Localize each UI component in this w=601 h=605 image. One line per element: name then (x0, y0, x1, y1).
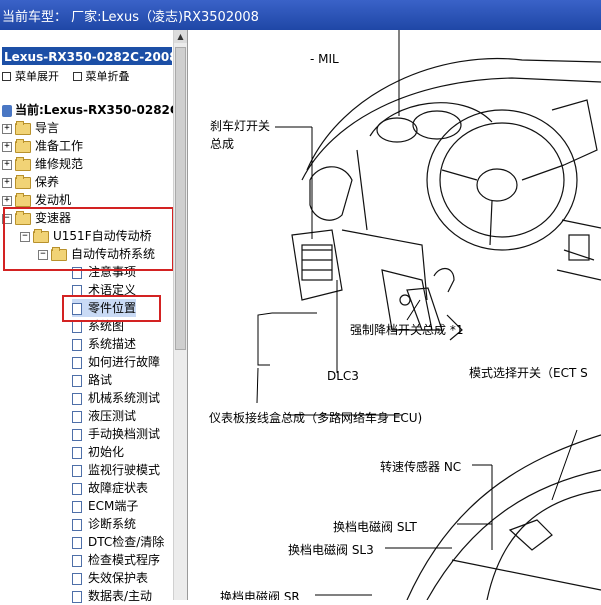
label-junction-block: 仪表板接线盒总成（多路网络车身 ECU) (209, 411, 423, 425)
window-title-bar: 当前车型： 厂家:Lexus（凌志)RX3502008 (0, 0, 601, 30)
tree-leaf-label: 如何进行故障 (88, 355, 161, 369)
tree-leaf[interactable]: 数据表/主动 (72, 587, 152, 605)
tree-leaf[interactable]: ECM端子 (72, 497, 138, 515)
tree-leaf[interactable]: 系统描述 (72, 335, 136, 353)
document-icon (72, 464, 82, 477)
document-icon (72, 410, 82, 423)
tree-scrollbar[interactable]: ▲ (173, 30, 187, 600)
folder-icon (15, 174, 31, 189)
expand-all-button[interactable]: 菜单展开 (2, 70, 59, 83)
folder-icon (15, 156, 31, 171)
tree-leaf[interactable]: 检查模式程序 (72, 551, 160, 569)
square-icon (2, 71, 11, 81)
parts-location-diagram: - MIL 刹车灯开关 总成 强制降档开关总成 *1 DLC3 模式选择开关（E… (192, 30, 601, 600)
highlight-box-transmission (3, 207, 174, 271)
label-mode-switch: 模式选择开关（ECT S (469, 366, 588, 380)
document-icon (72, 374, 82, 387)
label-brake-switch-line2: 总成 (210, 137, 235, 151)
tree-leaf-label: 机械系统测试 (88, 391, 161, 405)
expand-icon[interactable]: + (2, 141, 12, 152)
tree-leaf-label: 液压测试 (88, 409, 137, 423)
tree-leaf-label: DTC检查/清除 (88, 535, 165, 549)
tree-leaf-label: 诊断系统 (88, 517, 137, 531)
tree-leaf-label: 故障症状表 (88, 481, 149, 495)
tree-node-maintenance[interactable]: + 保养 (2, 173, 59, 191)
document-icon (72, 338, 82, 351)
expand-icon[interactable]: + (2, 123, 12, 134)
tree-toolbar: 菜单展开 菜单折叠 (2, 68, 140, 84)
tree-root-node[interactable]: 当前:Lexus-RX350-0282C (2, 101, 179, 118)
expand-all-label: 菜单展开 (15, 70, 59, 83)
label-solenoid-sl3: 换档电磁阀 SL3 (288, 543, 374, 557)
tree-leaf[interactable]: 诊断系统 (72, 515, 136, 533)
tree-leaf[interactable]: 故障症状表 (72, 479, 148, 497)
document-icon (72, 518, 82, 531)
tree-node-preparation[interactable]: + 准备工作 (2, 137, 83, 155)
folder-icon (15, 138, 31, 153)
highlight-box-selected-leaf (62, 295, 161, 322)
collapse-all-label: 菜单折叠 (85, 70, 130, 83)
collapse-all-button[interactable]: 菜单折叠 (72, 70, 130, 83)
tree-leaf-label: 初始化 (88, 445, 125, 459)
scroll-up-icon[interactable]: ▲ (174, 30, 187, 43)
vehicle-illustration (256, 30, 601, 600)
tree-node-intro[interactable]: + 导言 (2, 119, 59, 137)
tree-title: Lexus-RX350-0282C-2008-维 (2, 47, 172, 65)
tree-node-label: 准备工作 (35, 139, 84, 153)
document-icon (72, 572, 82, 585)
label-solenoid-slt: 换档电磁阀 SLT (333, 520, 417, 534)
document-icon (72, 446, 82, 459)
tree-leaf-label: 失效保护表 (88, 571, 149, 585)
document-icon (72, 428, 82, 441)
tree-leaf-label: 系统描述 (88, 337, 137, 351)
document-icon (72, 554, 82, 567)
tree-leaf[interactable]: DTC检查/清除 (72, 533, 164, 551)
tree-node-label: 发动机 (35, 193, 72, 207)
scroll-thumb[interactable] (175, 47, 186, 350)
tree-leaf-label: 数据表/主动 (88, 589, 153, 603)
document-icon (72, 500, 82, 513)
tree-leaf[interactable]: 监视行驶模式 (72, 461, 160, 479)
tree-leaf-label: 检查模式程序 (88, 553, 161, 567)
folder-icon (15, 120, 31, 135)
expand-icon[interactable]: + (2, 195, 12, 206)
label-mil: - MIL (310, 52, 339, 66)
label-speed-sensor: 转速传感器 NC (380, 460, 462, 474)
tree-leaf[interactable]: 路试 (72, 371, 112, 389)
window-title: 当前车型： 厂家:Lexus（凌志)RX3502008 (2, 10, 259, 25)
document-icon (72, 482, 82, 495)
tree-node-label: 导言 (35, 121, 60, 135)
tree-root-label: 当前:Lexus-RX350-0282C (15, 103, 179, 117)
label-kickdown-switch: 强制降档开关总成 *1 (350, 323, 464, 337)
folder-icon (15, 192, 31, 207)
tree-node-label: 维修规范 (35, 157, 84, 171)
tree-leaf[interactable]: 液压测试 (72, 407, 136, 425)
tree-leaf-label: 手动换档测试 (88, 427, 161, 441)
document-icon (72, 536, 82, 549)
tree-leaf[interactable]: 机械系统测试 (72, 389, 160, 407)
tree-node-specifications[interactable]: + 维修规范 (2, 155, 83, 173)
navigation-panel: Lexus-RX350-0282C-2008-维 菜单展开 菜单折叠 当前:Le… (0, 30, 188, 603)
label-dlc3: DLC3 (327, 369, 359, 383)
document-icon (72, 356, 82, 369)
car-model-icon (2, 104, 12, 117)
tree-leaf-label: 路试 (88, 373, 113, 387)
tree-node-label: 保养 (35, 175, 60, 189)
square-icon (72, 71, 82, 81)
label-brake-switch-line1: 刹车灯开关 (210, 119, 271, 133)
document-icon (72, 590, 82, 603)
tree-leaf[interactable]: 如何进行故障 (72, 353, 160, 371)
label-solenoid-sr: 换档电磁阀 SR (220, 590, 300, 600)
tree-leaf[interactable]: 初始化 (72, 443, 124, 461)
tree-leaf-label: 监视行驶模式 (88, 463, 161, 477)
tree-leaf[interactable]: 失效保护表 (72, 569, 148, 587)
tree-leaf-label: ECM端子 (88, 499, 139, 513)
expand-icon[interactable]: + (2, 177, 12, 188)
expand-icon[interactable]: + (2, 159, 12, 170)
tree-leaf[interactable]: 手动换档测试 (72, 425, 160, 443)
document-icon (72, 320, 82, 333)
document-icon (72, 392, 82, 405)
